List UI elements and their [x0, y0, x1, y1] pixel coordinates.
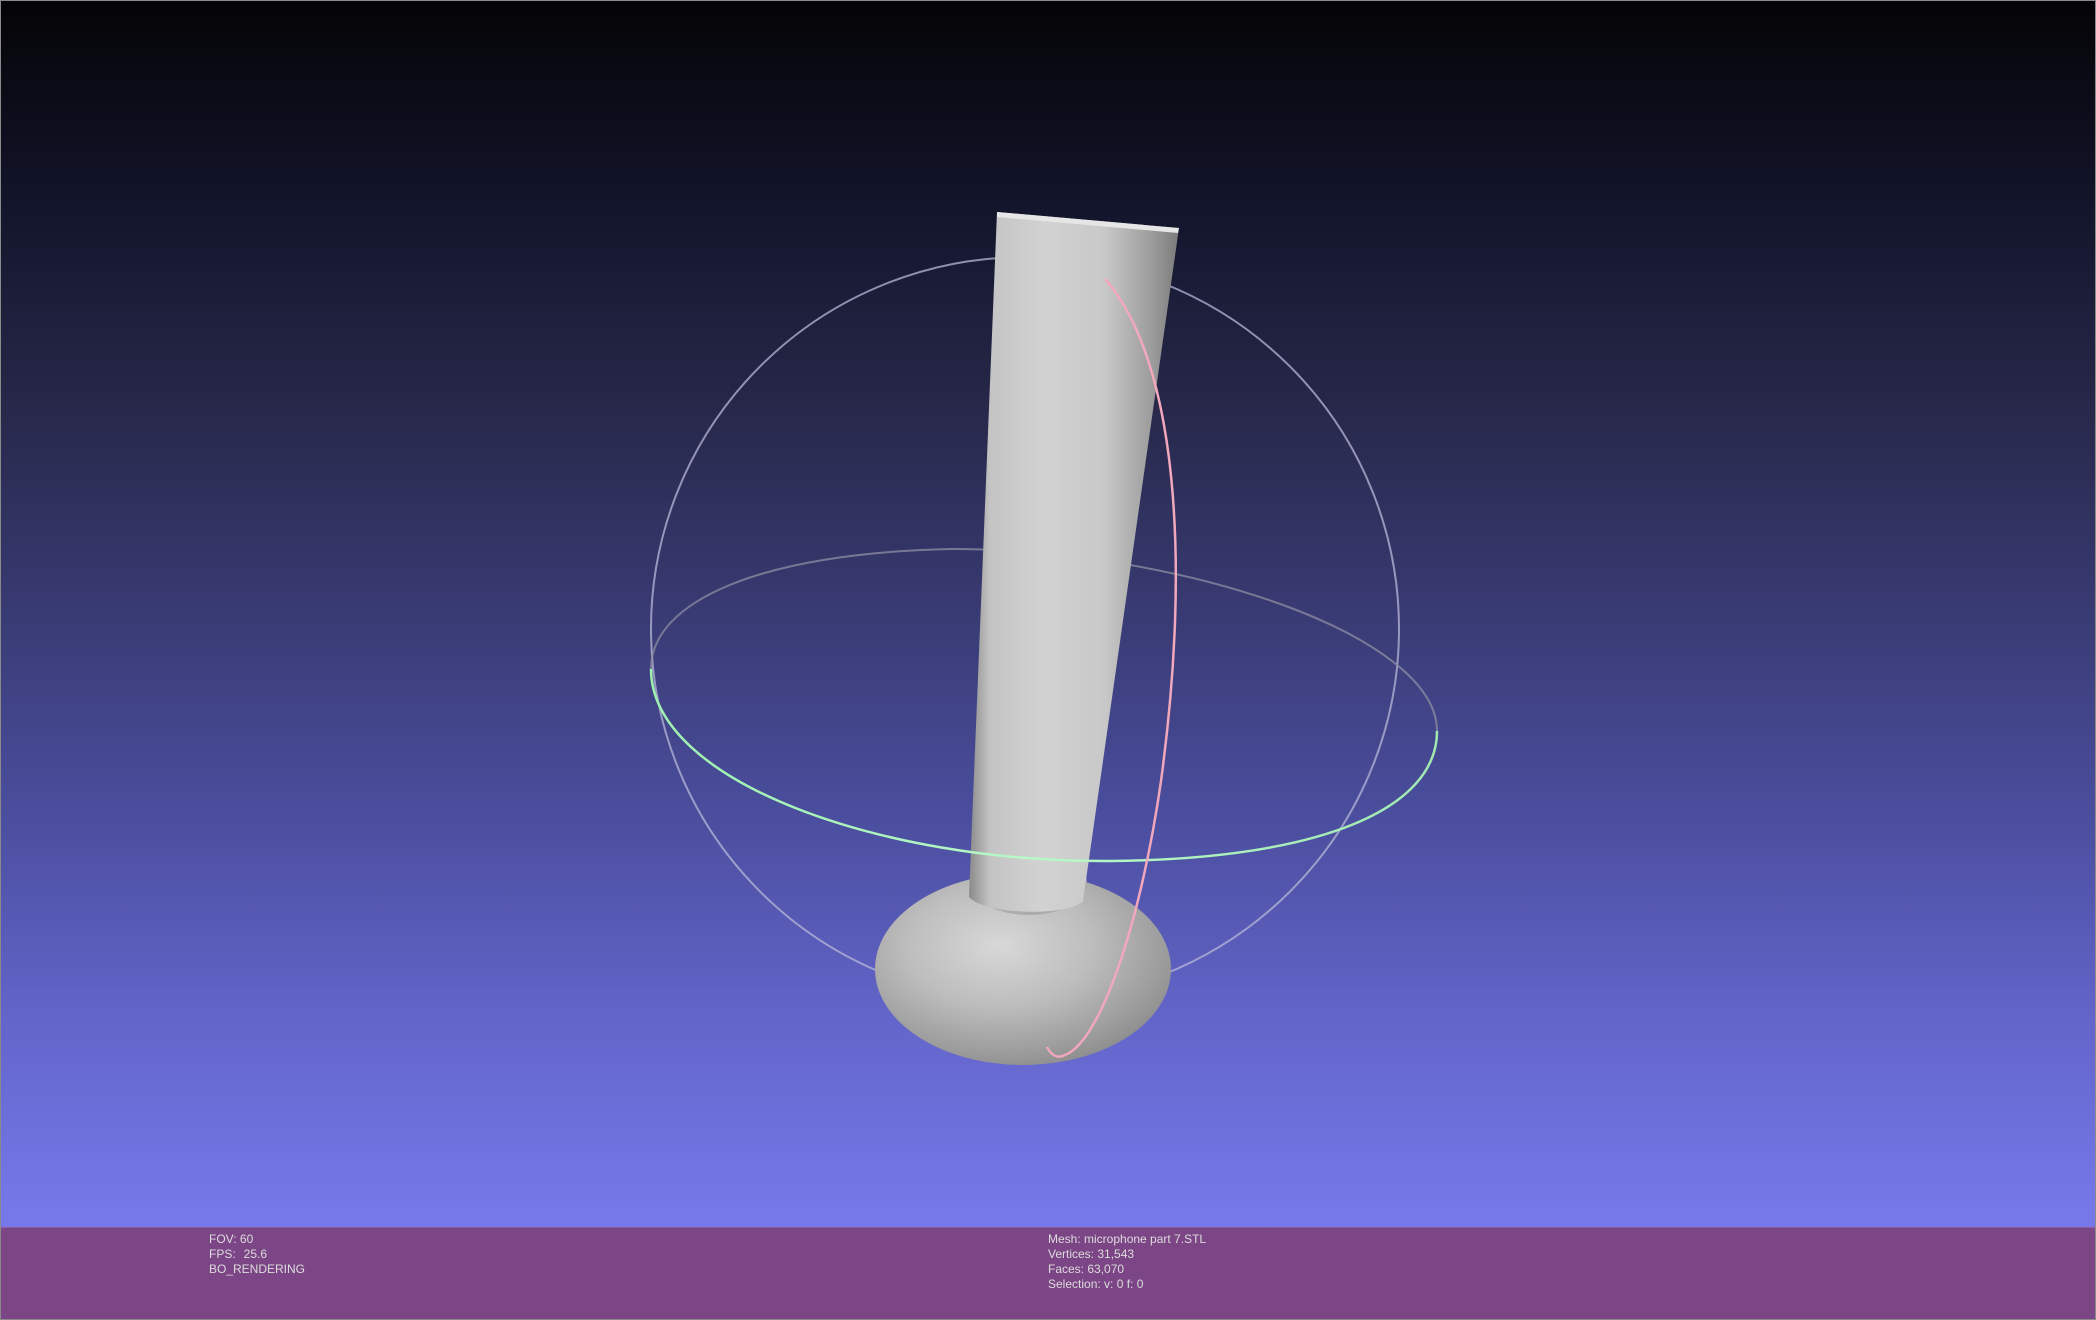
fps-readout: FPS: 25.6 — [209, 1247, 305, 1262]
selection-info: Selection: v: 0 f: 0 — [1048, 1277, 1144, 1291]
mesh-shaft — [969, 212, 1179, 912]
mesh-name: Mesh: microphone part 7.STL — [1048, 1232, 1207, 1246]
render-mode: BO_RENDERING — [209, 1262, 306, 1276]
fps-value: 25.6 — [243, 1247, 268, 1261]
mesh-info: Mesh: microphone part 7.STL Vertices: 31… — [1048, 1232, 1206, 1292]
face-count: Faces: 63,070 — [1048, 1262, 1125, 1276]
mesh-scene[interactable] — [1, 1, 2096, 1227]
vertex-count: Vertices: 31,543 — [1048, 1247, 1135, 1261]
render-info: FOV: 60 FPS: 25.6 BO_RENDERING — [209, 1232, 305, 1277]
3d-viewport[interactable]: FOV: 60 FPS: 25.6 BO_RENDERING Mesh: micr… — [0, 0, 2096, 1320]
fps-label: FPS: — [209, 1247, 236, 1261]
fov-readout: FOV: 60 — [209, 1232, 254, 1246]
status-bar: FOV: 60 FPS: 25.6 BO_RENDERING Mesh: micr… — [1, 1227, 2095, 1319]
